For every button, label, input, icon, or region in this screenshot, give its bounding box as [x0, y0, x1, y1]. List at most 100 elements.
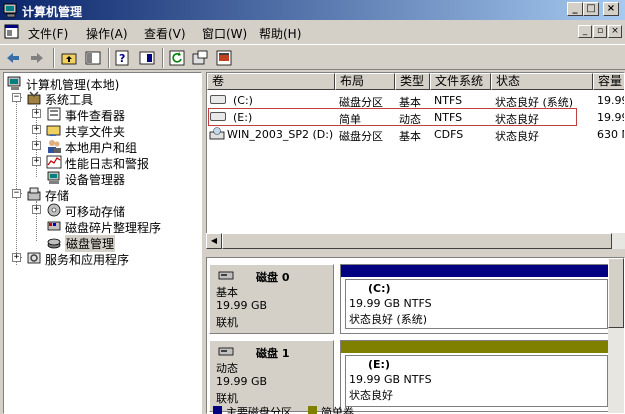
properties-icon[interactable]: [138, 49, 156, 67]
expander-system-tools[interactable]: −: [12, 93, 21, 102]
disk-size: 19.99 GB: [216, 375, 268, 388]
close-button[interactable]: ×: [603, 2, 619, 16]
drive-icon: [210, 95, 226, 104]
disk-1-label[interactable]: 磁盘 1 动态 19.99 GB 联机: [209, 340, 334, 412]
forward-arrow-icon[interactable]: [28, 49, 46, 67]
disk-state: 联机: [216, 316, 238, 329]
volume-name: WIN_2003_SP2 (D:): [227, 128, 334, 141]
console-tree: 计算机管理(本地) − 系统工具 + 事件查看器 + 共享文件夹 + 本地用户和…: [3, 72, 202, 414]
child-close-button[interactable]: ×: [608, 25, 622, 38]
child-restore-button[interactable]: ▫: [593, 25, 607, 38]
up-folder-icon[interactable]: [60, 49, 78, 67]
disk-management-icon: [47, 238, 61, 249]
volume-e-block[interactable]: (E:) 19.99 GB NTFS 状态良好: [340, 340, 613, 412]
column-header-volume[interactable]: 卷: [207, 73, 335, 90]
disk-settings-icon[interactable]: [215, 49, 233, 67]
vertical-scroll-thumb[interactable]: [608, 258, 624, 328]
menu-action[interactable]: 操作(A): [86, 25, 128, 42]
expander-local-users[interactable]: +: [32, 141, 41, 150]
column-header-type[interactable]: 类型: [395, 73, 430, 90]
tree-label: 本地用户和组: [65, 141, 138, 155]
maximize-button[interactable]: □: [583, 2, 599, 16]
table-row[interactable]: (C:) 磁盘分区 基本 NTFS 状态良好 (系统) 19.99: [207, 92, 624, 109]
tree-label: 可移动存储: [65, 205, 126, 219]
volume-fs: NTFS: [434, 111, 463, 124]
disk-kind: 基本: [216, 286, 238, 299]
volume-name: (C:): [233, 94, 253, 107]
volume-type: 基本: [399, 130, 421, 143]
computer-management-icon: [3, 3, 17, 18]
legend-primary-swatch: [213, 406, 222, 414]
volume-type: 动态: [399, 113, 421, 126]
volume-fs: NTFS: [434, 94, 463, 107]
legend-simple-label: 简单卷: [321, 406, 354, 414]
event-viewer-icon: [47, 107, 61, 121]
performance-icon: [46, 155, 62, 169]
volume-capacity: 19.99: [597, 111, 624, 124]
menu-file[interactable]: 文件(F): [28, 25, 68, 42]
scroll-left-arrow-icon[interactable]: ◀: [206, 233, 222, 249]
table-row[interactable]: (E:) 简单 动态 NTFS 状态良好 19.99: [207, 109, 624, 126]
child-minimize-button[interactable]: _: [578, 25, 592, 38]
menu-view[interactable]: 查看(V): [144, 25, 186, 42]
disk-name: 磁盘 0: [256, 271, 290, 284]
tree-label: 服务和应用程序: [45, 253, 130, 267]
back-arrow-icon[interactable]: [4, 49, 22, 67]
expander-shared-folders[interactable]: +: [32, 125, 41, 134]
show-hide-tree-icon[interactable]: [84, 49, 102, 67]
help-icon[interactable]: ?: [114, 49, 132, 67]
column-header-capacity[interactable]: 容量: [593, 73, 624, 90]
defrag-icon: [47, 221, 61, 231]
minimize-button[interactable]: _: [567, 2, 583, 16]
expander-services[interactable]: +: [12, 253, 21, 262]
column-header-layout[interactable]: 布局: [335, 73, 395, 90]
volume-info: 19.99 GB NTFS: [349, 373, 432, 386]
simple-volume-bar: [341, 341, 612, 353]
volume-status: 状态良好: [349, 389, 393, 402]
volume-label: (E:): [368, 358, 390, 371]
expander-removable-storage[interactable]: +: [32, 205, 41, 214]
volume-info: 19.99 GB NTFS: [349, 297, 432, 310]
cd-drive-icon: [209, 127, 225, 140]
volume-name: (E:): [233, 111, 253, 124]
expander-event-viewer[interactable]: +: [32, 109, 41, 118]
refresh-icon[interactable]: [168, 49, 186, 67]
legend-simple-swatch: [308, 406, 317, 414]
title-bar: 计算机管理 _ □ ×: [0, 0, 625, 20]
volume-capacity: 630 M: [597, 128, 624, 141]
primary-partition-bar: [341, 265, 612, 277]
users-icon: [48, 140, 61, 153]
scroll-thumb[interactable]: [222, 233, 612, 249]
tree-label: 设备管理器: [65, 173, 126, 187]
menu-bar: 文件(F) 操作(A) 查看(V) 窗口(W) 帮助(H): [0, 21, 625, 43]
column-header-status[interactable]: 状态: [491, 73, 593, 90]
tree-label: 磁盘碎片整理程序: [65, 221, 162, 235]
horizontal-scrollbar[interactable]: ◀: [206, 233, 625, 249]
menu-help[interactable]: 帮助(H): [259, 25, 301, 42]
services-icon: [27, 252, 41, 264]
storage-icon: [27, 187, 41, 201]
tools-icon: [27, 91, 41, 105]
table-row[interactable]: WIN_2003_SP2 (D:) 磁盘分区 基本 CDFS 状态良好 630 …: [207, 126, 624, 143]
drive-icon: [210, 112, 226, 121]
export-list-icon[interactable]: [191, 49, 209, 67]
column-header-filesystem[interactable]: 文件系统: [430, 73, 491, 90]
disk-kind: 动态: [216, 362, 238, 375]
vertical-scrollbar[interactable]: [608, 258, 624, 413]
tree-label: 磁盘管理: [65, 235, 116, 252]
disk-0-label[interactable]: 磁盘 0 基本 19.99 GB 联机: [209, 264, 334, 334]
volume-c-block[interactable]: (C:) 19.99 GB NTFS 状态良好 (系统): [340, 264, 613, 334]
menu-window[interactable]: 窗口(W): [202, 25, 247, 42]
disk-icon: [218, 271, 234, 280]
expander-perf-logs[interactable]: +: [32, 157, 41, 166]
volume-layout: 简单: [339, 113, 361, 126]
removable-storage-icon: [47, 203, 61, 217]
disk-name: 磁盘 1: [256, 347, 290, 360]
expander-storage[interactable]: −: [12, 189, 21, 198]
window-title: 计算机管理: [22, 5, 83, 19]
volume-capacity: 19.99: [597, 94, 624, 107]
computer-icon: [7, 76, 21, 90]
volume-e-details: (E:) 19.99 GB NTFS 状态良好: [345, 355, 608, 407]
volume-status: 状态良好: [495, 113, 539, 126]
document-menu-icon[interactable]: [4, 24, 20, 40]
